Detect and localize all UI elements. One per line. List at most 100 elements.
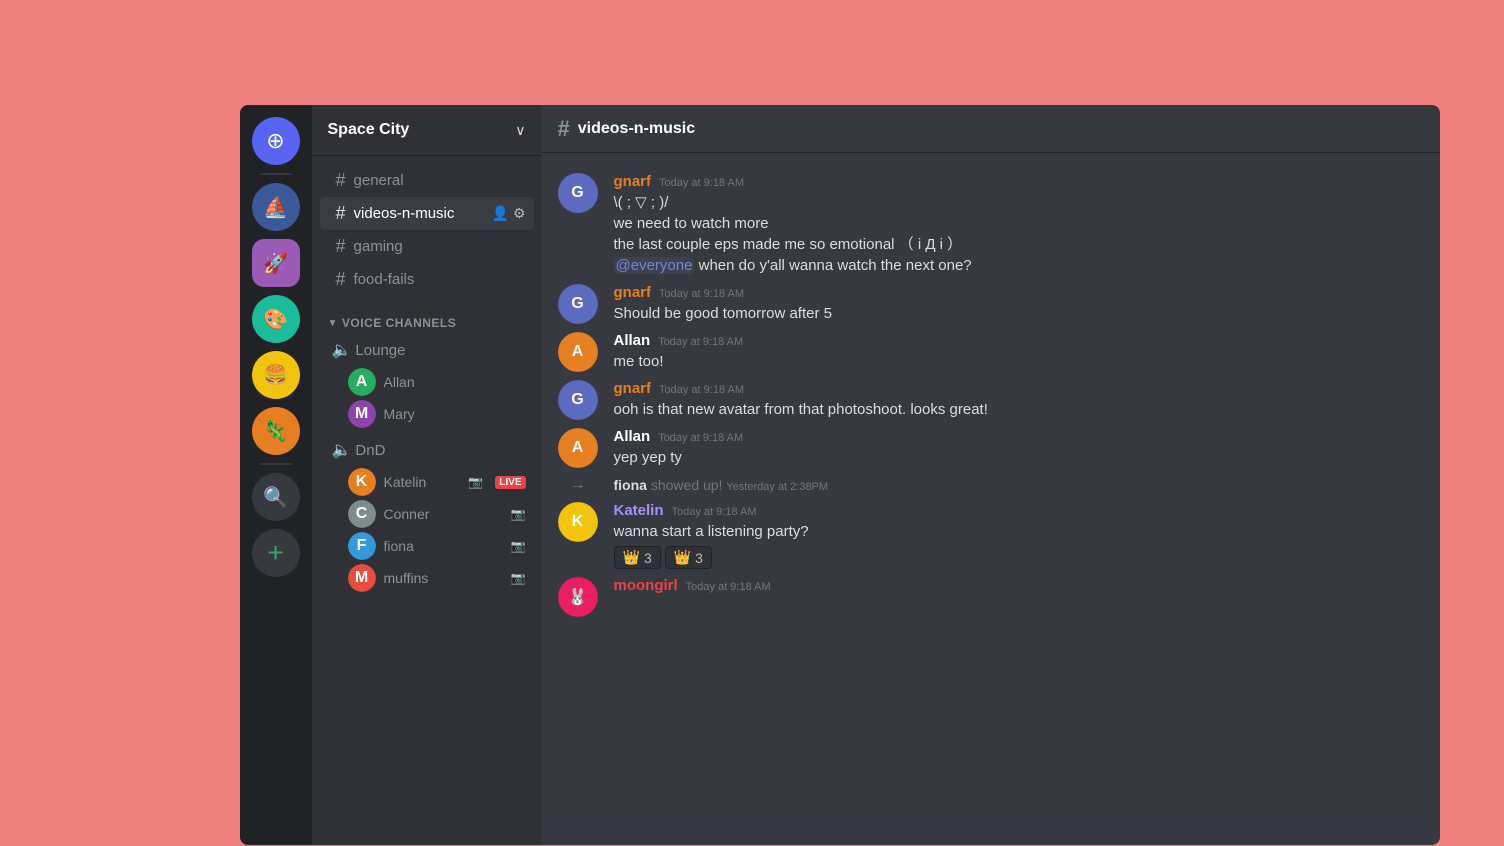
allan-voice-name: Allan <box>384 374 526 390</box>
hash-icon: # <box>336 269 346 290</box>
voice-channel-lounge[interactable]: 🔈 Lounge <box>320 334 534 366</box>
channel-hash-icon: # <box>558 116 570 142</box>
message-text-gnarf-1: \( ; ▽ ; )/ we need to watch more the la… <box>614 192 1424 276</box>
message-content-gnarf-3: gnarf Today at 9:18 AM ooh is that new a… <box>614 380 1424 420</box>
message-text-allan-2: yep yep ty <box>614 447 1424 468</box>
add-icon: + <box>267 537 283 569</box>
voice-user-allan[interactable]: A Allan <box>320 366 534 398</box>
channel-sidebar: Space City ∨ # general # videos-n-music … <box>312 105 542 845</box>
allan-avatar-circle: A <box>348 368 376 396</box>
add-member-icon[interactable]: 👤 <box>492 205 509 222</box>
gnarf-avatar-circle-2: G <box>558 284 598 324</box>
katelin-avatar: K <box>348 468 376 496</box>
channel-item-food-fails[interactable]: # food-fails <box>320 263 534 296</box>
server-icon-food[interactable]: 🍔 <box>252 351 300 399</box>
channel-label-food-fails: food-fails <box>354 271 415 288</box>
voice-user-mary[interactable]: M Mary <box>320 398 534 430</box>
reaction-crown-2[interactable]: 👑 3 <box>665 546 712 569</box>
message-text-allan-1: me too! <box>614 351 1424 372</box>
chat-channel-name: videos-n-music <box>578 120 695 138</box>
message-author-allan-1[interactable]: Allan <box>614 332 651 349</box>
app-container: ⊕ ⛵ 🚀 🎨 🍔 🦎 🔍 + Space City ∨ <box>240 105 1440 845</box>
voice-user-muffins[interactable]: M muffins 📷 <box>320 562 534 594</box>
voice-user-conner[interactable]: C Conner 📷 <box>320 498 534 530</box>
katelin-avatar-chat: K <box>558 502 598 542</box>
fiona-voice-name: fiona <box>384 538 503 554</box>
server-list: ⊕ ⛵ 🚀 🎨 🍔 🦎 🔍 + <box>240 105 312 845</box>
settings-icon[interactable]: ⚙ <box>513 205 526 222</box>
message-group-gnarf-1: G gnarf Today at 9:18 AM \( ; ▽ ; )/ we … <box>542 169 1440 280</box>
allan-avatar-2: A <box>558 428 598 468</box>
server-icon-discord[interactable]: ⊕ <box>252 117 300 165</box>
mary-avatar-circle: M <box>348 400 376 428</box>
mary-voice-name: Mary <box>384 406 526 422</box>
message-header-katelin: Katelin Today at 9:18 AM <box>614 502 1424 519</box>
moongirl-avatar-circle: 🐰 <box>558 577 598 617</box>
message-group-gnarf-3: G gnarf Today at 9:18 AM ooh is that new… <box>542 376 1440 424</box>
system-timestamp: Yesterday at 2:38PM <box>726 481 828 493</box>
message-author-gnarf-2[interactable]: gnarf <box>614 284 652 301</box>
conner-avatar-circle: C <box>348 500 376 528</box>
message-group-moongirl: 🐰 moongirl Today at 9:18 AM <box>542 573 1440 621</box>
hash-icon: # <box>336 236 346 257</box>
conner-voice-name: Conner <box>384 506 503 522</box>
search-icon: 🔍 <box>263 485 288 510</box>
channel-item-general[interactable]: # general <box>320 164 534 197</box>
discord-logo-icon: ⊕ <box>266 128 284 154</box>
message-content-katelin: Katelin Today at 9:18 AM wanna start a l… <box>614 502 1424 569</box>
voice-channels-header[interactable]: ▼ VOICE CHANNELS <box>312 312 542 334</box>
channel-item-gaming[interactable]: # gaming <box>320 230 534 263</box>
message-author-moongirl[interactable]: moongirl <box>614 577 678 594</box>
server-search-button[interactable]: 🔍 <box>252 473 300 521</box>
gnarf-avatar-circle-3: G <box>558 380 598 420</box>
message-author-gnarf-3[interactable]: gnarf <box>614 380 652 397</box>
message-timestamp-gnarf-3: Today at 9:18 AM <box>659 384 744 396</box>
message-group-allan-2: A Allan Today at 9:18 AM yep yep ty <box>542 424 1440 472</box>
hash-icon: # <box>336 203 346 224</box>
voice-channel-dnd[interactable]: 🔈 DnD <box>320 434 534 466</box>
katelin-avatar-circle-chat: K <box>558 502 598 542</box>
message-group-katelin: K Katelin Today at 9:18 AM wanna start a… <box>542 498 1440 573</box>
muffins-avatar: M <box>348 564 376 592</box>
server-icon-space-city[interactable]: 🚀 <box>252 239 300 287</box>
hash-icon: # <box>336 170 346 191</box>
gnarf-avatar-2: G <box>558 284 598 324</box>
voice-user-fiona[interactable]: F fiona 📷 <box>320 530 534 562</box>
voice-channels-section: ▼ VOICE CHANNELS 🔈 Lounge A Allan M <box>312 312 542 594</box>
channel-label-videos: videos-n-music <box>354 205 455 222</box>
allan-avatar-circle-1: A <box>558 332 598 372</box>
message-timestamp-moongirl: Today at 9:18 AM <box>686 581 771 593</box>
server-header[interactable]: Space City ∨ <box>312 105 542 156</box>
message-author-katelin[interactable]: Katelin <box>614 502 664 519</box>
message-header-allan-1: Allan Today at 9:18 AM <box>614 332 1424 349</box>
server-icon-creature[interactable]: 🦎 <box>252 407 300 455</box>
allan-avatar-1: A <box>558 332 598 372</box>
creature-emoji: 🦎 <box>263 419 288 444</box>
add-server-button[interactable]: + <box>252 529 300 577</box>
message-header-gnarf-2: gnarf Today at 9:18 AM <box>614 284 1424 301</box>
channel-list: # general # videos-n-music 👤 ⚙ # gaming … <box>312 156 542 845</box>
message-author-gnarf[interactable]: gnarf <box>614 173 652 190</box>
camera-icon-fiona: 📷 <box>511 539 526 553</box>
allan-avatar: A <box>348 368 376 396</box>
reaction-count-2: 3 <box>695 550 703 566</box>
server-icon-sailboat[interactable]: ⛵ <box>252 183 300 231</box>
server-icon-art[interactable]: 🎨 <box>252 295 300 343</box>
channel-item-videos-n-music[interactable]: # videos-n-music 👤 ⚙ <box>320 197 534 230</box>
fiona-avatar-circle: F <box>348 532 376 560</box>
chat-messages[interactable]: G gnarf Today at 9:18 AM \( ; ▽ ; )/ we … <box>542 153 1440 845</box>
reaction-count-1: 3 <box>644 550 652 566</box>
message-content-gnarf-2: gnarf Today at 9:18 AM Should be good to… <box>614 284 1424 324</box>
conner-avatar: C <box>348 500 376 528</box>
message-text-katelin: wanna start a listening party? <box>614 521 1424 542</box>
message-author-allan-2[interactable]: Allan <box>614 428 651 445</box>
message-group-gnarf-2: G gnarf Today at 9:18 AM Should be good … <box>542 280 1440 328</box>
message-content-moongirl: moongirl Today at 9:18 AM <box>614 577 1424 617</box>
chevron-icon: ▼ <box>328 318 338 329</box>
speaker-icon: 🔈 <box>332 340 352 360</box>
voice-user-katelin[interactable]: K Katelin 📷 LIVE <box>320 466 534 498</box>
speaker-icon-dnd: 🔈 <box>332 440 352 460</box>
reaction-crown-1[interactable]: 👑 3 <box>614 546 661 569</box>
space-emoji: 🚀 <box>263 251 288 276</box>
katelin-voice-name: Katelin <box>384 474 461 490</box>
